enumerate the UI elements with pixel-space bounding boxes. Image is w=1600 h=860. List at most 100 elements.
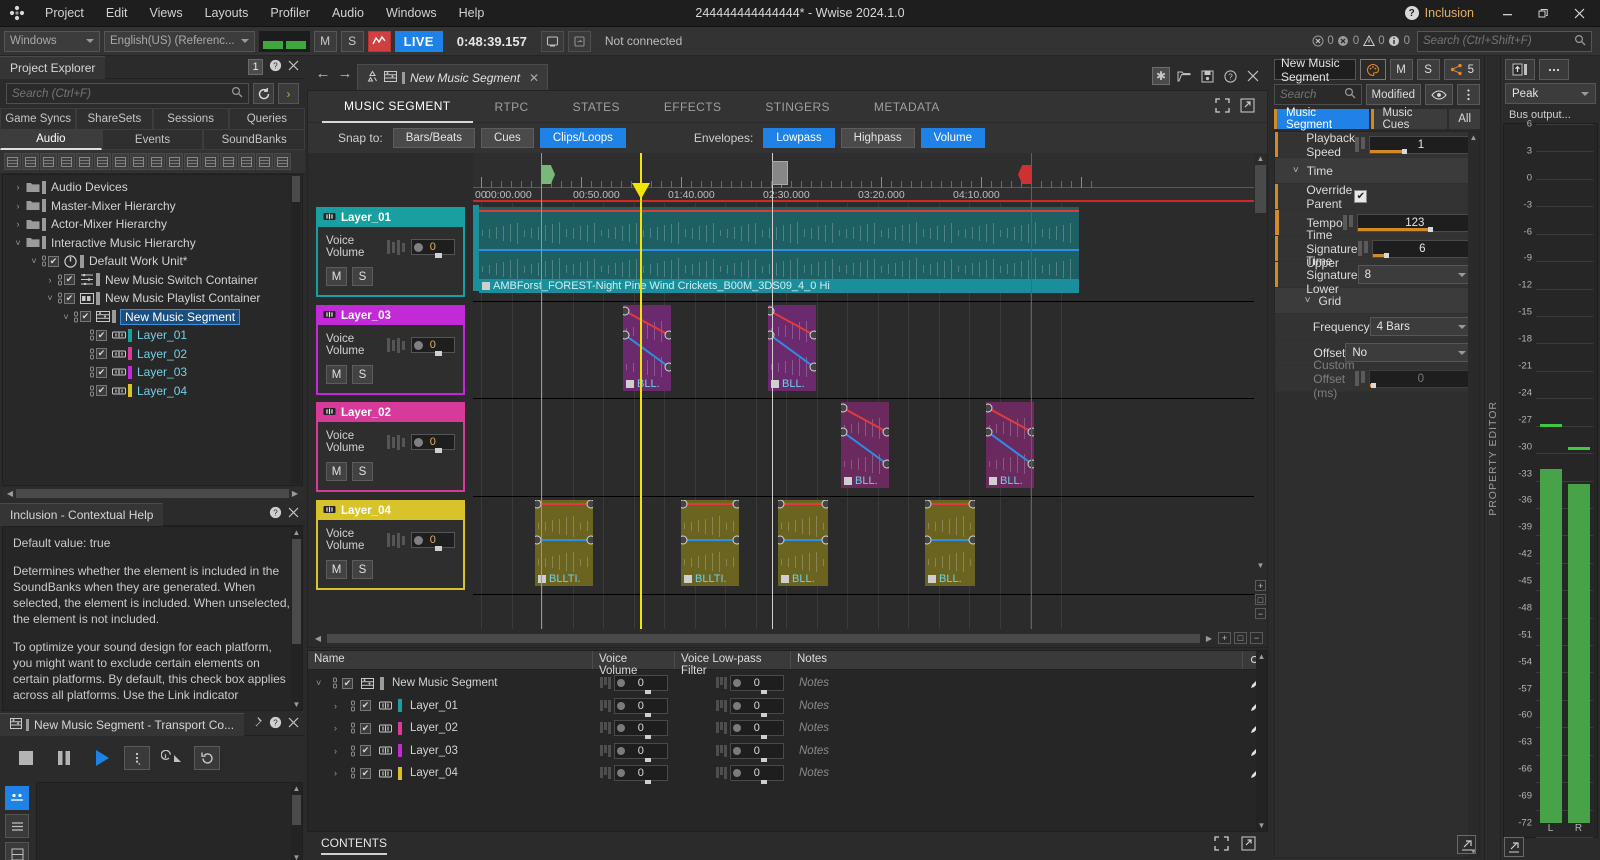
- random-icon[interactable]: [130, 153, 147, 170]
- property-row-override-parent[interactable]: Override Parent✔: [1275, 184, 1479, 210]
- voice-volume-value[interactable]: 0: [411, 532, 455, 548]
- more-options-icon[interactable]: [1457, 84, 1480, 105]
- property-search-box[interactable]: [1274, 84, 1362, 105]
- numeric-field[interactable]: 0: [730, 743, 784, 759]
- remote-connect-icon[interactable]: [541, 31, 564, 52]
- chevron-right-icon[interactable]: ›: [334, 723, 347, 733]
- pin-icon[interactable]: [250, 716, 263, 732]
- music-segment-icon[interactable]: [256, 153, 273, 170]
- object-name-field[interactable]: New Music Segment: [1274, 59, 1356, 80]
- property-row-playback-speed[interactable]: Playback Speed1: [1275, 132, 1479, 158]
- chevron-down-icon[interactable]: ˅: [59, 312, 73, 322]
- transport-state-icon[interactable]: [5, 786, 29, 810]
- mini-slider[interactable]: [716, 767, 727, 779]
- menu-windows[interactable]: Windows: [375, 2, 448, 24]
- timeline-ruler[interactable]: 0000:00.00000:50.00001:40.00002:30.00003…: [473, 153, 1254, 203]
- tree-vertical-scrollbar[interactable]: [291, 176, 301, 484]
- contents-name-cell[interactable]: ›✔Layer_01: [308, 699, 593, 712]
- chevron-down-icon[interactable]: ˅: [43, 293, 57, 303]
- tree-item-new-music-playlist-container[interactable]: ˅✔New Music Playlist Container: [5, 289, 302, 308]
- music-switch-icon[interactable]: [220, 153, 237, 170]
- track-solo-button[interactable]: S: [352, 267, 373, 286]
- inclusion-checkbox[interactable]: ✔: [64, 293, 75, 304]
- property-solo-button[interactable]: S: [1417, 59, 1440, 80]
- tab-music-cues[interactable]: Music Cues: [1371, 109, 1448, 129]
- track-header-layer_03[interactable]: Layer_03Voice Volume0MS: [316, 305, 465, 395]
- tab-stingers[interactable]: STINGERS: [743, 91, 852, 123]
- switch-icon[interactable]: [166, 153, 183, 170]
- asterisk-icon[interactable]: ✱: [1152, 67, 1170, 85]
- bus-icon[interactable]: [184, 153, 201, 170]
- global-mute-button[interactable]: M: [314, 31, 337, 52]
- global-solo-button[interactable]: S: [341, 31, 364, 52]
- scroll-up-icon[interactable]: ▲: [1254, 153, 1267, 164]
- popout-icon[interactable]: [1241, 836, 1256, 854]
- tree-item-default-work-unit[interactable]: ˅✔Default Work Unit*: [5, 252, 302, 271]
- inclusion-checkbox[interactable]: ✔: [360, 745, 371, 756]
- mini-slider[interactable]: [600, 677, 611, 689]
- tab-soundbanks[interactable]: SoundBanks: [203, 129, 305, 150]
- track-solo-button[interactable]: S: [352, 365, 373, 384]
- transport-tab[interactable]: New Music Segment - Transport Co...: [0, 713, 244, 736]
- numeric-field[interactable]: 0: [614, 698, 668, 714]
- reconnect-icon[interactable]: [568, 31, 591, 52]
- timeline-hscrollbar[interactable]: [327, 633, 1200, 644]
- folder-open-icon[interactable]: [40, 153, 57, 170]
- waveform-icon[interactable]: [112, 153, 129, 170]
- panel-close-icon[interactable]: [288, 507, 299, 521]
- close-editor-icon[interactable]: [1244, 67, 1262, 85]
- timeline-vertical-scrollbar[interactable]: ▲ ▼ + □ −: [1254, 153, 1267, 629]
- link-indicator-icon[interactable]: [350, 700, 357, 712]
- property-value-field[interactable]: 0: [1369, 370, 1473, 388]
- tree-horizontal-scrollbar[interactable]: ◀ ▶: [2, 488, 303, 499]
- inclusion-checkbox[interactable]: ✔: [64, 274, 75, 285]
- folder-icon[interactable]: [22, 153, 39, 170]
- track-title-bar[interactable]: Layer_04: [318, 502, 463, 520]
- tree-item-audio-devices[interactable]: ›Audio Devices: [5, 178, 302, 197]
- scroll-down-icon[interactable]: ▼: [1254, 560, 1267, 571]
- column-notes[interactable]: Notes: [791, 651, 1243, 669]
- property-slider[interactable]: [1355, 137, 1365, 152]
- refresh-icon[interactable]: [253, 83, 274, 104]
- property-row-time-signature-lower[interactable]: Time Signature Lower8: [1275, 262, 1479, 288]
- audio-clip[interactable]: BLLTI.: [535, 500, 593, 586]
- property-editor-vertical-tab[interactable]: PROPERTY EDITOR: [1484, 56, 1500, 860]
- custom-cue-marker[interactable]: [772, 153, 773, 629]
- track-header-layer_02[interactable]: Layer_02Voice Volume0MS: [316, 402, 465, 492]
- inclusion-checkbox[interactable]: ✔: [360, 768, 371, 779]
- snap-cues-button[interactable]: Cues: [481, 128, 534, 148]
- audio-clip[interactable]: BLL.: [768, 305, 816, 391]
- inclusion-checkbox[interactable]: ✔: [342, 678, 353, 689]
- column-voice-volume[interactable]: Voice Volume: [593, 651, 675, 669]
- motion-icon[interactable]: [202, 153, 219, 170]
- numeric-field[interactable]: 0: [614, 720, 668, 736]
- panel-help-icon[interactable]: ?: [269, 506, 282, 522]
- chevron-right-icon[interactable]: ›: [278, 83, 299, 104]
- track-header-layer_01[interactable]: Layer_01Voice Volume0MS: [316, 207, 465, 297]
- voice-volume-value[interactable]: 0: [411, 337, 455, 353]
- tree-item-layer-03[interactable]: ✔Layer_03: [5, 363, 302, 382]
- minimize-button[interactable]: [1490, 0, 1524, 26]
- fullscreen-icon[interactable]: [1215, 98, 1230, 116]
- scrollbar-thumb[interactable]: [16, 489, 289, 498]
- property-popout-icon[interactable]: [1457, 835, 1476, 854]
- audio-clip[interactable]: BLL.: [925, 500, 975, 586]
- contents-value-cell[interactable]: 0: [709, 765, 791, 781]
- tree-item-master-mixer-hierarchy[interactable]: ›Master-Mixer Hierarchy: [5, 197, 302, 216]
- chevron-down-icon[interactable]: ˅: [1305, 295, 1311, 306]
- chevron-right-icon[interactable]: ›: [334, 701, 347, 711]
- scroll-left-icon[interactable]: ◀: [4, 488, 16, 499]
- tree-item-interactive-music-hierarchy[interactable]: ˅Interactive Music Hierarchy: [5, 234, 302, 253]
- inclusion-checkbox[interactable]: ✔: [96, 348, 107, 359]
- menu-project[interactable]: Project: [34, 2, 95, 24]
- delay-button[interactable]: [156, 744, 188, 772]
- tab-states[interactable]: STATES: [551, 91, 642, 123]
- track-header-layer_04[interactable]: Layer_04Voice Volume0MS: [316, 500, 465, 590]
- contents-row[interactable]: ›✔Layer_0300Notes: [308, 740, 1267, 763]
- numeric-field[interactable]: 0: [614, 765, 668, 781]
- tab-events[interactable]: Events: [102, 129, 204, 150]
- snap-clips-loops-button[interactable]: Clips/Loops: [540, 128, 626, 148]
- scrollbar-thumb[interactable]: [292, 176, 300, 202]
- tab-sharesets[interactable]: ShareSets: [76, 108, 152, 129]
- tab-queries[interactable]: Queries: [229, 108, 305, 129]
